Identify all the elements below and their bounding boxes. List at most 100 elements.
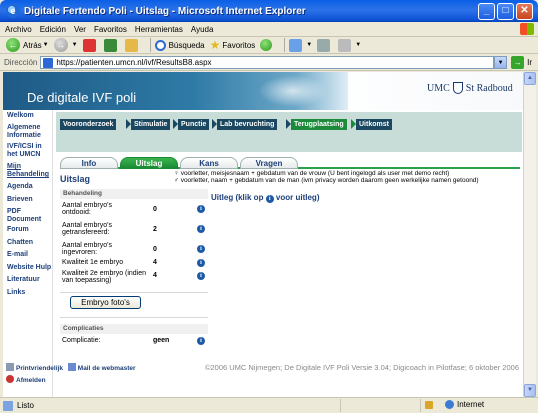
footer-row: Afmelden [6, 375, 136, 387]
flow-step-vooronderzoek[interactable]: Vooronderzoek [60, 119, 117, 130]
row-value: 0 [153, 246, 157, 253]
go-arrow-icon: → [511, 56, 525, 69]
close-button[interactable]: ✕ [516, 2, 533, 20]
go-label: Ir [527, 58, 532, 67]
back-dropdown-icon[interactable]: ▼ [43, 42, 49, 48]
forward-dropdown-icon[interactable]: ▼ [72, 42, 78, 48]
sidebar-item-chatten[interactable]: Chatten [7, 239, 33, 247]
menu-ver[interactable]: Ver [74, 25, 86, 34]
sidebar-item-algemene-informatie[interactable]: Algemene Informatie [7, 124, 51, 140]
tab-vragen[interactable]: Vragen [240, 157, 298, 169]
sidebar-item-links[interactable]: Links [7, 289, 25, 297]
stop-button[interactable] [82, 38, 99, 52]
mail-button[interactable]: ▼ [289, 38, 312, 52]
flow-step-punctie[interactable]: Punctie [178, 119, 210, 130]
info-icon[interactable]: i [197, 225, 205, 233]
history-icon [260, 39, 273, 51]
edit-icon [338, 38, 352, 52]
menu-ayuda[interactable]: Ayuda [191, 25, 214, 34]
scroll-up-icon[interactable]: ▲ [524, 72, 536, 85]
info-icon[interactable]: i [197, 259, 205, 267]
address-input[interactable]: https://patienten.umcn.nl/ivf/ResultsB8.… [40, 56, 495, 69]
flow-step-terugplaatsing[interactable]: Terugplaatsing [291, 119, 347, 130]
flow-step-stimulatie[interactable]: Stimulatie [131, 119, 171, 130]
gender-legend: ♀ voorletter, meisjesnaam + gebdatum van… [174, 170, 479, 184]
info-icon[interactable]: i [197, 272, 205, 280]
footer-links: Printvriendelijk Mail de webmaster Afmel… [6, 363, 136, 387]
maximize-button[interactable]: □ [497, 2, 514, 20]
sidebar-item-literatuur[interactable]: Literatuur [7, 276, 40, 284]
tab-info[interactable]: Info [60, 157, 118, 169]
forward-button[interactable]: → ▼ [53, 38, 78, 52]
menu-herramientas[interactable]: Herramientas [135, 25, 183, 34]
address-url: https://patienten.umcn.nl/ivf/ResultsB8.… [56, 58, 212, 67]
menu-archivo[interactable]: Archivo [5, 25, 32, 34]
search-button[interactable]: Búsqueda [154, 39, 205, 51]
sidebar-item-welkom[interactable]: Welkom [7, 112, 51, 120]
info-icon[interactable]: i [197, 205, 205, 213]
stop-icon [82, 38, 96, 52]
minimize-button[interactable]: _ [478, 2, 495, 20]
uitleg-suffix: voor uitleg) [275, 193, 320, 202]
menu-edicion[interactable]: Edición [40, 25, 66, 34]
menu-favoritos[interactable]: Favoritos [94, 25, 127, 34]
mail-dropdown-icon[interactable]: ▼ [306, 42, 312, 48]
info-icon[interactable]: i [197, 245, 205, 253]
flow-step-uitkomst[interactable]: Uitkomst [356, 119, 392, 130]
umc-logo[interactable]: UMC St Radboud [427, 82, 513, 94]
sidebar-item-brieven[interactable]: Brieven [7, 196, 33, 204]
address-label: Dirección [4, 58, 38, 67]
logout-link[interactable]: Afmelden [16, 377, 46, 384]
page-loaded-icon [3, 400, 13, 411]
address-bar: Dirección https://patienten.umcn.nl/ivf/… [0, 55, 538, 71]
sidebar-item-forum[interactable]: Forum [7, 226, 29, 234]
sidebar-item-ivf-icsi[interactable]: IVF/ICSI in het UMCN [7, 143, 53, 159]
back-button[interactable]: ← Atrás ▼ [6, 38, 49, 52]
sidebar-item-website-hulp[interactable]: Website Hulp [7, 264, 59, 272]
mail-icon [289, 38, 303, 52]
flow-step-lab-bevruchting[interactable]: Lab bevruchting [217, 119, 278, 130]
sidebar-nav: Welkom Algemene Informatie IVF/ICSI in h… [3, 110, 53, 397]
sidebar-item-agenda[interactable]: Agenda [7, 183, 33, 191]
mail-icon [67, 363, 76, 371]
complication-label: Complicatie: [62, 337, 101, 344]
info-icon: i [265, 195, 274, 203]
lock-icon[interactable] [425, 400, 433, 409]
sidebar-item-email[interactable]: E-mail [7, 251, 28, 259]
tab-kans[interactable]: Kans [180, 157, 238, 169]
tab-uitslag[interactable]: Uitslag [120, 157, 178, 169]
ie-logo-icon: e [6, 4, 20, 18]
umc-logo-left: UMC [427, 82, 450, 94]
sidebar-item-mijn-behandeling[interactable]: Mijn Behandeling [7, 163, 53, 179]
uitleg-prefix: Uitleg (klik op [211, 193, 264, 202]
go-button[interactable]: → Ir [511, 56, 532, 69]
home-icon [124, 38, 138, 52]
home-button[interactable] [124, 38, 141, 52]
print-link[interactable]: Printvriendelijk [16, 365, 63, 372]
treatment-header: Behandeling [60, 189, 208, 199]
favorites-button[interactable]: ★ Favoritos [210, 38, 256, 52]
row-label: Aantal embryo's ontdooid: [62, 202, 112, 216]
vertical-scrollbar[interactable]: ▲ ▼ [523, 72, 536, 397]
address-dropdown-icon[interactable]: ▼ [494, 56, 508, 69]
site-banner: De digitale IVF poli UMC St Radboud [3, 72, 523, 110]
site-title: De digitale IVF poli [27, 90, 137, 105]
embryo-photos-button[interactable]: Embryo foto's [70, 296, 141, 309]
windows-logo-icon [520, 23, 534, 35]
history-button[interactable] [260, 39, 275, 51]
info-icon[interactable]: i [197, 337, 205, 345]
tab-bar: Info Uitslag Kans Vragen [60, 157, 520, 169]
edit-button[interactable]: ▼ [338, 38, 361, 52]
edit-dropdown-icon[interactable]: ▼ [355, 42, 361, 48]
divider [60, 292, 208, 293]
row-value: 4 [153, 259, 157, 266]
row-label: Kwaliteit 2e embryo (indien van toepassi… [62, 270, 147, 284]
row-value: 4 [153, 272, 157, 279]
print-button[interactable] [317, 38, 333, 52]
mail-webmaster-link[interactable]: Mail de webmaster [78, 365, 136, 372]
section-title: Uitslag [60, 174, 91, 184]
sidebar-item-pdf-document[interactable]: PDF Document [7, 208, 47, 224]
legend-male-text: voorletter, naam + gebdatum van de man (… [180, 177, 479, 184]
refresh-button[interactable] [103, 38, 120, 52]
scroll-down-icon[interactable]: ▼ [524, 384, 536, 397]
